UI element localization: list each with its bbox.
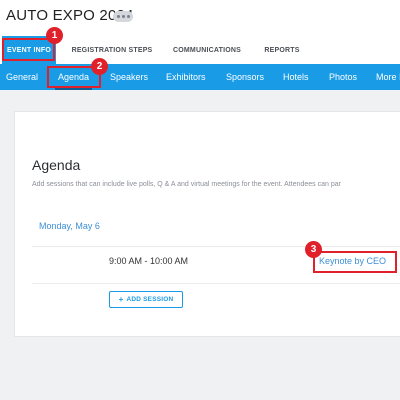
ellipsis-icon[interactable] — [113, 11, 133, 22]
add-session-label: ADD SESSION — [126, 296, 174, 303]
tab-communications[interactable]: COMMUNICATIONS — [166, 36, 248, 64]
step-badge-1: 1 — [46, 27, 63, 44]
add-session-button[interactable]: + ADD SESSION — [109, 291, 183, 308]
subnav-exhibitors[interactable]: Exhibitors — [166, 64, 206, 90]
session-time: 9:00 AM - 10:00 AM — [109, 256, 189, 266]
agenda-day-label[interactable]: Monday, May 6 — [39, 221, 100, 231]
subnav-sponsors[interactable]: Sponsors — [226, 64, 264, 90]
agenda-description: Add sessions that can include live polls… — [32, 181, 341, 188]
step-badge-3: 3 — [305, 241, 322, 258]
step-badge-2: 2 — [91, 58, 108, 75]
subnav-speakers[interactable]: Speakers — [110, 64, 148, 90]
subnav-more[interactable]: More I — [376, 64, 400, 90]
event-info-subnav: General Agenda Speakers Exhibitors Spons… — [0, 64, 400, 90]
divider — [32, 246, 400, 247]
session-title-link[interactable]: Keynote by CEO — [319, 256, 386, 266]
tab-reports[interactable]: REPORTS — [260, 36, 304, 64]
plus-icon: + — [118, 294, 124, 304]
subnav-hotels[interactable]: Hotels — [283, 64, 309, 90]
subnav-general[interactable]: General — [6, 64, 38, 90]
tab-registration-steps[interactable]: REGISTRATION STEPS — [70, 36, 154, 64]
subnav-photos[interactable]: Photos — [329, 64, 357, 90]
divider — [32, 283, 400, 284]
page-title: Agenda — [32, 157, 81, 173]
subnav-agenda[interactable]: Agenda — [54, 64, 93, 90]
